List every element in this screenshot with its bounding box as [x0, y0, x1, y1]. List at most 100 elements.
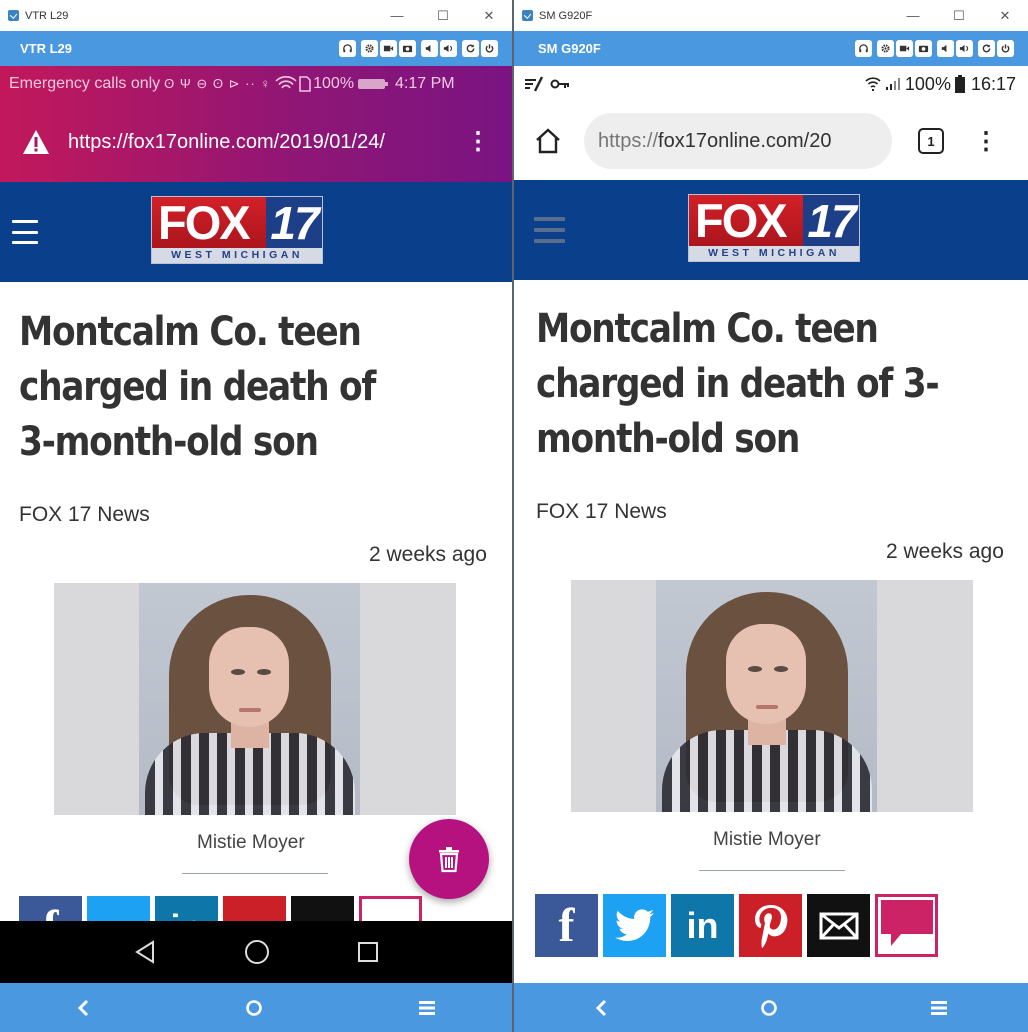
fox17-logo[interactable]: FOX 17 WEST MICHIGAN: [151, 196, 323, 264]
fox17-logo[interactable]: FOX 17 WEST MICHIGAN: [688, 194, 860, 262]
rotate-icon[interactable]: [462, 40, 479, 57]
android-status-bar: Emergency calls only ʘ Ψ ⊖ ʘ ⊳ ·· ♀ 100%…: [0, 66, 512, 102]
article: Montcalm Co. teen charged in death of 3-…: [514, 280, 1028, 982]
window-title: SM G920F: [539, 9, 593, 22]
power-icon[interactable]: [997, 40, 1014, 57]
hamburger-menu-icon[interactable]: [12, 220, 38, 244]
rotate-icon[interactable]: [978, 40, 995, 57]
pinterest-icon[interactable]: [739, 894, 802, 957]
logo-subtitle: WEST MICHIGAN: [152, 248, 322, 263]
signal-icon: [885, 78, 900, 90]
device-window-left: VTR L29 — ☐ ✕ VTR L29 Emergency calls on…: [0, 0, 514, 1032]
logo-subtitle: WEST MICHIGAN: [689, 246, 859, 261]
site-header: FOX 17 WEST MICHIGAN: [0, 182, 512, 282]
notification-icons: ʘ Ψ ⊖ ʘ ⊳ ·· ♀: [164, 76, 272, 91]
mugshot-image: [656, 580, 877, 812]
headline-line: charged in death of 3-: [536, 361, 940, 407]
linkedin-icon[interactable]: in: [155, 896, 218, 921]
data-saver-icon: [525, 76, 544, 92]
tab-switcher-button[interactable]: 1: [918, 128, 944, 154]
logo-number: 17: [266, 197, 322, 250]
caption-divider: [182, 873, 328, 874]
email-icon[interactable]: [807, 894, 870, 957]
warning-icon[interactable]: [22, 129, 50, 155]
share-bar: f in: [19, 896, 422, 921]
volume-up-icon[interactable]: [956, 40, 973, 57]
publish-time: 2 weeks ago: [886, 540, 1004, 563]
overflow-menu-icon[interactable]: ⋮: [974, 127, 998, 156]
article-headline: Montcalm Co. teen charged in death of 3-…: [536, 302, 1018, 467]
home-icon[interactable]: [534, 127, 562, 155]
linkedin-icon[interactable]: in: [671, 894, 734, 957]
device-name: VTR L29: [20, 41, 73, 56]
android-navigation-bar: [0, 921, 512, 983]
chevron-left-icon[interactable]: [76, 999, 90, 1017]
device-toolbar: SM G920F: [514, 31, 1028, 66]
browser-address-bar: https://fox17online.com/2019/01/24/ ⋮: [0, 102, 512, 182]
publish-time: 2 weeks ago: [369, 543, 487, 566]
settings-icon[interactable]: [877, 40, 894, 57]
screenshot-icon[interactable]: [399, 40, 416, 57]
minimize-button[interactable]: —: [890, 0, 936, 31]
minimize-button[interactable]: —: [374, 0, 420, 31]
comment-icon[interactable]: [359, 896, 422, 921]
close-button[interactable]: ✕: [466, 0, 512, 31]
video-record-icon[interactable]: [380, 40, 397, 57]
window-titlebar: VTR L29 — ☐ ✕: [0, 0, 512, 31]
android-status-bar: 100% 16:17: [514, 66, 1028, 102]
headline-line: month-old son: [536, 416, 800, 462]
facebook-icon[interactable]: f: [535, 894, 598, 957]
settings-icon[interactable]: [361, 40, 378, 57]
photo-caption: Mistie Moyer: [197, 832, 305, 853]
power-icon[interactable]: [481, 40, 498, 57]
chevron-left-icon[interactable]: [594, 999, 608, 1017]
vpn-key-icon: [550, 79, 569, 89]
share-bar: f in: [535, 894, 938, 957]
status-time: 4:17 PM: [395, 75, 455, 92]
email-icon[interactable]: [291, 896, 354, 921]
device-window-right: SM G920F — ☐ ✕ SM G920F 100% 16:17 https…: [514, 0, 1028, 1032]
home-icon[interactable]: [245, 999, 263, 1017]
emulator-nav-bar: [0, 983, 512, 1032]
volume-down-icon[interactable]: [421, 40, 438, 57]
window-titlebar: SM G920F — ☐ ✕: [514, 0, 1028, 31]
headline-line: charged in death of: [19, 364, 376, 410]
back-triangle-icon[interactable]: [133, 940, 157, 964]
overflow-menu-icon[interactable]: ⋮: [466, 130, 490, 154]
video-record-icon[interactable]: [896, 40, 913, 57]
menu-icon[interactable]: [418, 1000, 436, 1016]
hamburger-menu-icon[interactable]: [534, 217, 565, 243]
maximize-button[interactable]: ☐: [420, 0, 466, 31]
home-circle-icon[interactable]: [244, 939, 270, 965]
facebook-icon[interactable]: f: [19, 896, 82, 921]
mugshot-image: [139, 583, 360, 815]
headphones-icon[interactable]: [339, 40, 356, 57]
emergency-calls-text: Emergency calls only: [9, 75, 161, 92]
wifi-icon: [275, 76, 297, 89]
byline[interactable]: FOX 17 News: [19, 503, 150, 527]
byline[interactable]: FOX 17 News: [536, 500, 667, 524]
delete-fab-button[interactable]: [409, 819, 489, 899]
volume-up-icon[interactable]: [440, 40, 457, 57]
screenshot-icon[interactable]: [915, 40, 932, 57]
recents-square-icon[interactable]: [357, 941, 379, 963]
url-field[interactable]: https:// fox17online.com/20: [584, 113, 892, 169]
twitter-icon[interactable]: [87, 896, 150, 921]
logo-text: FOX: [695, 194, 788, 247]
maximize-button[interactable]: ☐: [936, 0, 982, 31]
url-host: fox17online.com/20: [658, 129, 832, 152]
url-field[interactable]: https://fox17online.com/2019/01/24/: [68, 131, 424, 154]
comment-icon[interactable]: [875, 894, 938, 957]
twitter-icon[interactable]: [603, 894, 666, 957]
home-icon[interactable]: [760, 999, 778, 1017]
volume-down-icon[interactable]: [937, 40, 954, 57]
menu-icon[interactable]: [930, 1000, 948, 1016]
battery-icon: [358, 79, 389, 89]
headphones-icon[interactable]: [855, 40, 872, 57]
close-button[interactable]: ✕: [982, 0, 1028, 31]
pinterest-icon[interactable]: [223, 896, 286, 921]
article-photo[interactable]: [54, 583, 456, 815]
app-icon: [8, 10, 19, 21]
article-photo[interactable]: [571, 580, 973, 812]
site-header: FOX 17 WEST MICHIGAN: [514, 180, 1028, 280]
